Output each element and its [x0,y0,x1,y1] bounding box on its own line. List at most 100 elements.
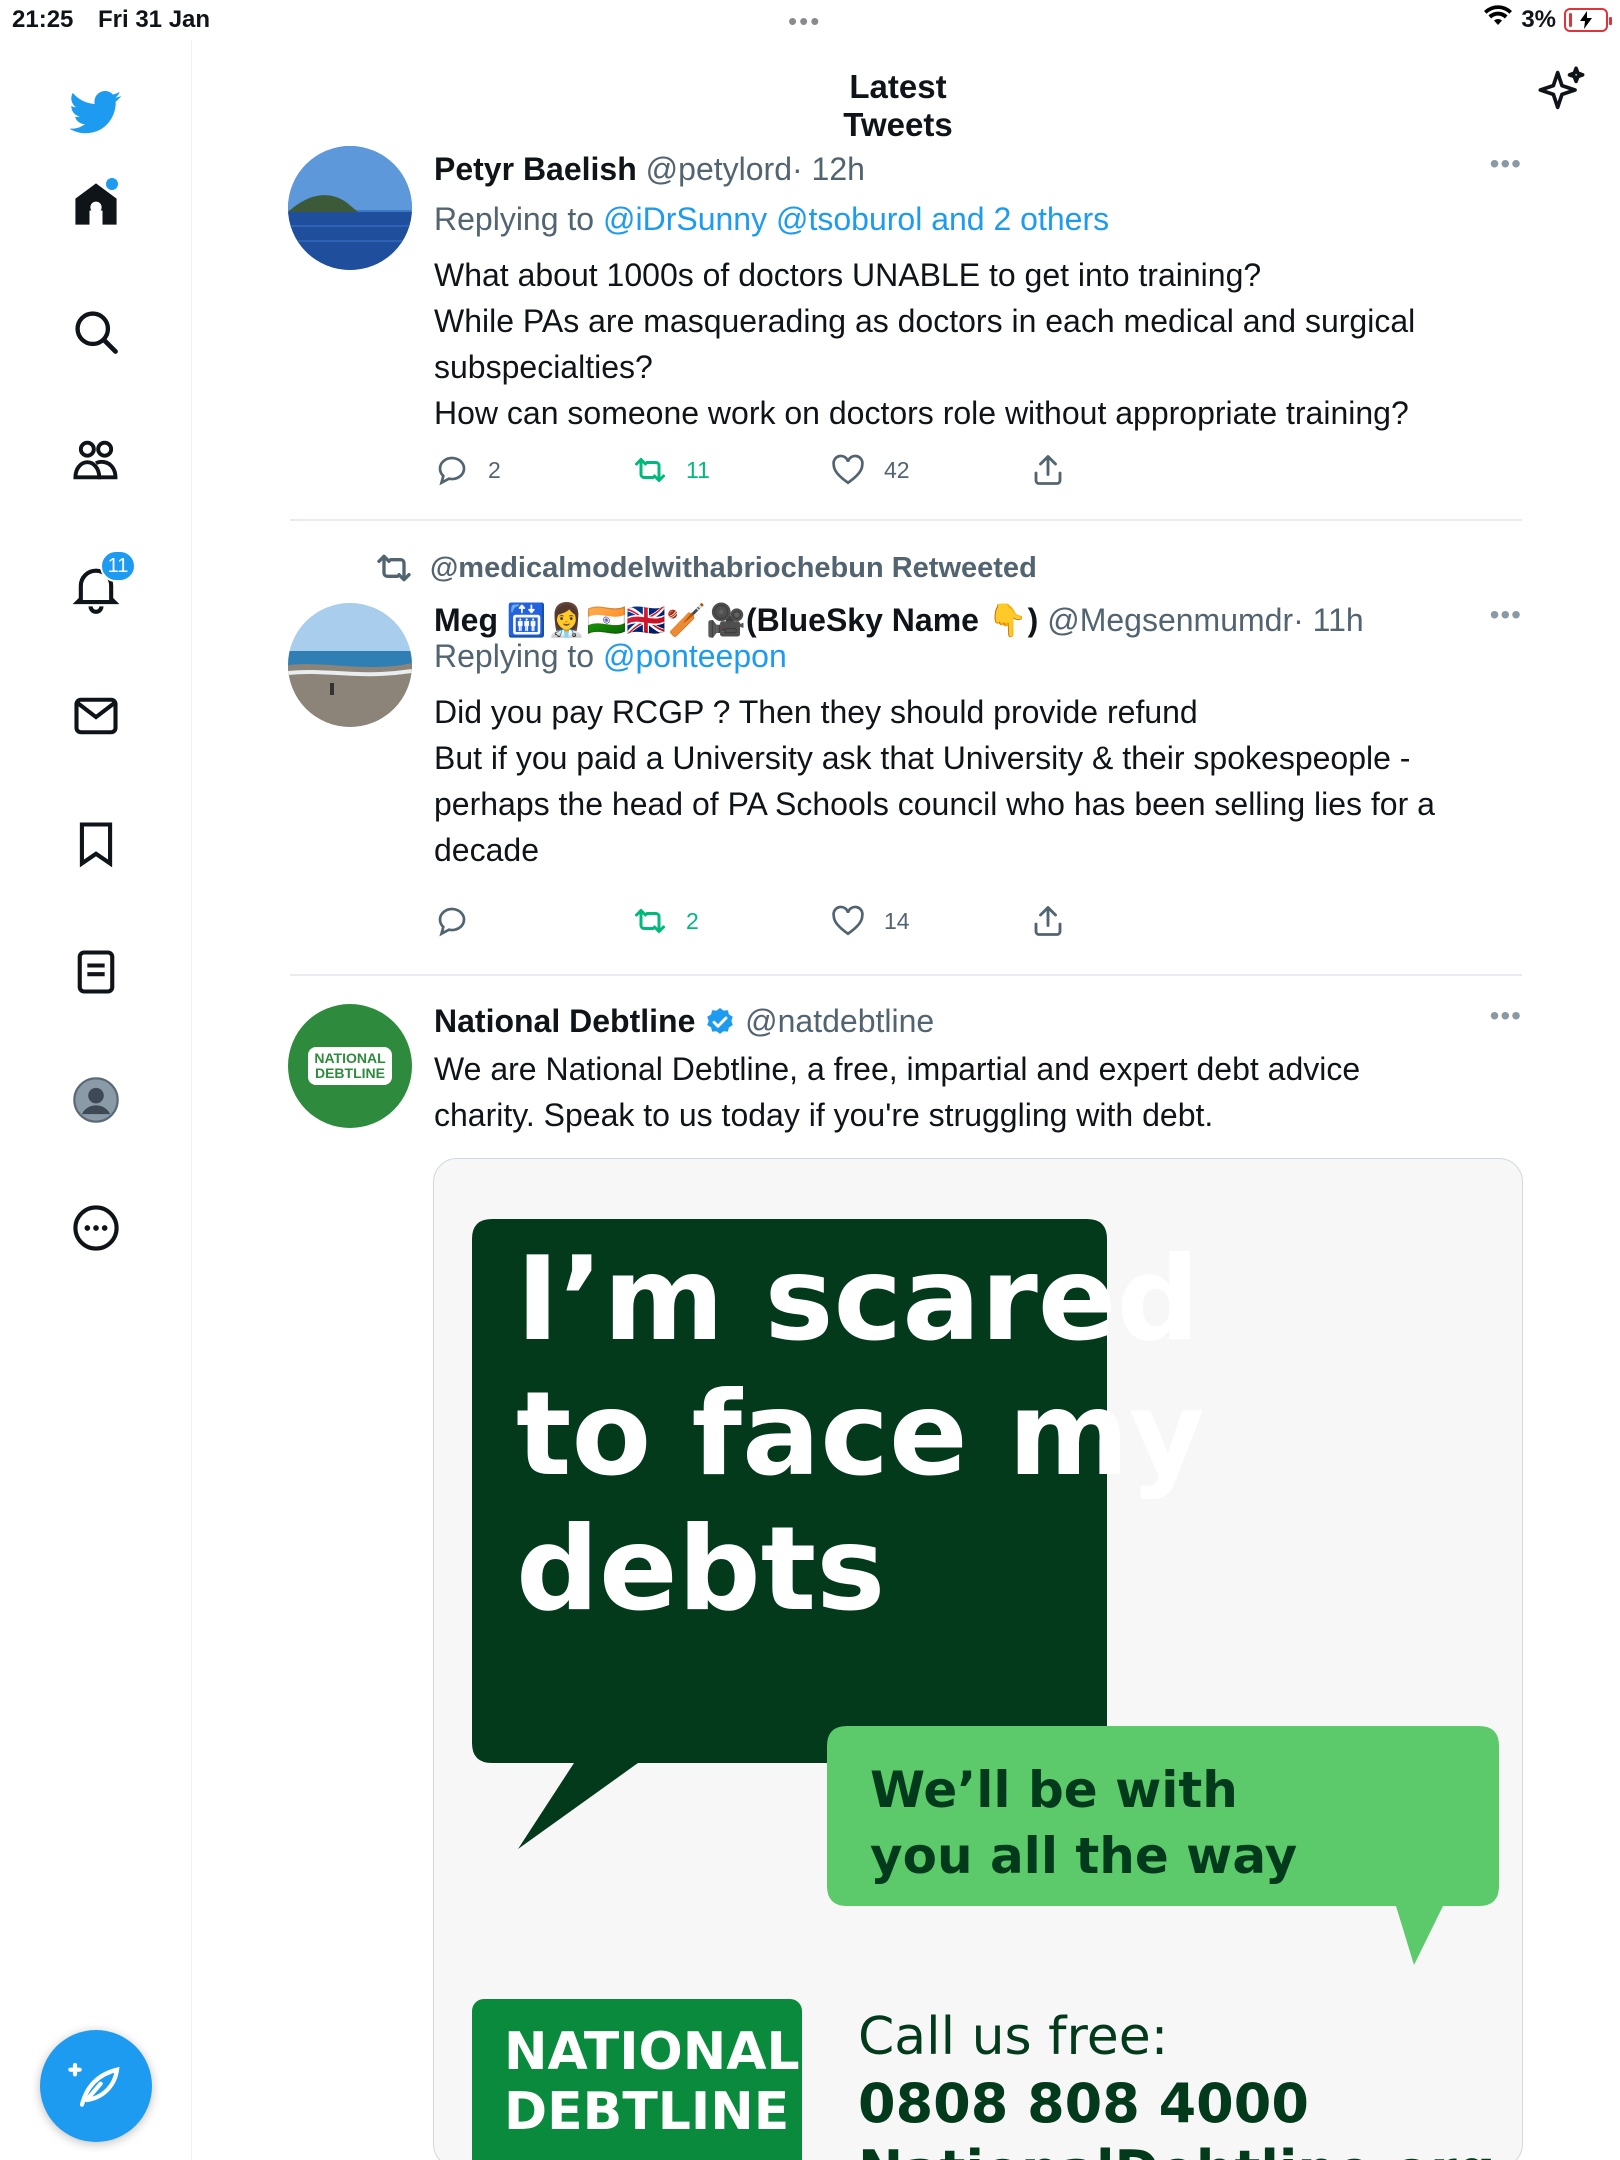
sidebar-item-profile[interactable] [56,1060,136,1140]
ad-website: NationalDebtline.org [858,2139,1495,2160]
reply-button[interactable]: 2 [434,452,501,488]
tweet-actions: 2 11 42 [434,452,1134,492]
like-count: 14 [884,907,910,934]
multitasking-dots[interactable]: ••• [788,6,821,37]
home-unread-dot [106,178,118,190]
avatar[interactable]: NATIONAL DEBTLINE [288,1004,412,1128]
profile-avatar-icon [73,1077,119,1123]
tweet-more-button[interactable]: ••• [1490,599,1522,631]
tweet-time[interactable]: · 11h [1293,602,1364,638]
ad-bubble-line: debts [516,1502,885,1637]
retweet-button[interactable]: 11 [632,452,710,488]
wifi-icon [1483,4,1513,35]
list-icon [77,950,115,994]
sidebar-item-communities[interactable] [56,420,136,500]
notifications-badge: 11 [100,550,136,582]
replying-to-label: Replying to [434,201,603,237]
compose-button[interactable] [40,2030,152,2142]
national-debtline-logo: NATIONAL DEBTLINE [308,1047,392,1085]
tweet-text: Did you pay RCGP ? Then they should prov… [434,689,1504,873]
sidebar-item-notifications[interactable]: 11 [56,548,136,628]
tweet-text-line: charity. Speak to us today if you're str… [434,1097,1214,1133]
tweet-header: National Debtline @natdebtline [434,998,1504,1044]
page-title: Latest Tweets [843,68,953,143]
tweet-text-line: While PAs are masquerading as doctors in… [434,303,1416,339]
tweet-time[interactable]: · 12h [792,151,865,187]
ad-bubble-line: to face my [516,1367,1205,1502]
tweet-more-button[interactable]: ••• [1490,148,1522,180]
retweet-count: 2 [686,907,699,934]
tweet-text-line: What about 1000s of doctors UNABLE to ge… [434,257,1262,293]
sidebar-item-explore[interactable] [56,292,136,372]
retweet-button[interactable]: 2 [632,903,699,939]
reply-icon [438,456,466,486]
timeline-header: Latest Tweets [192,40,1620,143]
heart-icon [832,905,864,936]
tweet-text-line: subspecialties? [434,349,653,385]
ad-image[interactable]: I’m scared to face my debts We’ll be wit… [433,1158,1523,2160]
reply-target-link[interactable]: @iDrSunny @tsoburol and 2 others [603,201,1109,237]
share-icon [1034,906,1062,936]
retweeted-by-row: @medicalmodelwithabriochebun Retweeted [374,548,1037,588]
compose-feather-icon [68,2062,120,2107]
tweet-header: Petyr Baelish @petylord· 12h [434,146,1504,192]
debt-advice-ad-graphic: I’m scared to face my debts We’ll be wit… [472,1219,1499,2160]
twitter-bird-icon[interactable] [56,72,136,152]
tweet-text-line: We are National Debtline, a free, impart… [434,1051,1361,1087]
communities-icon [73,440,118,480]
more-circle-icon [73,1205,119,1251]
heart-icon [832,454,864,485]
sidebar-item-home[interactable] [56,164,136,244]
share-button[interactable] [1030,452,1066,488]
avatar[interactable] [288,603,412,727]
status-time: 21:25 [12,6,74,33]
tweet-text-line: But if you paid a University ask that Un… [434,740,1411,776]
tweet-divider [290,519,1522,521]
retweet-icon [377,554,411,582]
ad-reply-line: you all the way [870,1827,1297,1885]
ad-call-label: Call us free: [858,2007,1168,2067]
share-icon [1034,455,1062,485]
logo-line: DEBTLINE [314,1065,385,1081]
sparkle-icon[interactable] [1536,64,1588,116]
reply-target-link[interactable]: @ponteepon [603,638,787,674]
ad-logo-line: NATIONAL [504,2022,800,2082]
status-right: 3% [1483,4,1612,35]
sidebar-item-bookmarks[interactable] [56,804,136,884]
tweet-divider [290,974,1522,976]
like-button[interactable]: 14 [830,903,910,939]
tweet[interactable]: Petyr Baelish @petylord· 12h Replying to… [288,146,1522,508]
sidebar-item-more[interactable] [56,1188,136,1268]
reply-icon [438,907,466,937]
retweet-icon [635,909,665,933]
tweet-text: What about 1000s of doctors UNABLE to ge… [434,252,1504,436]
tweet-author-name[interactable]: Petyr Baelish [434,151,637,187]
avatar[interactable] [288,146,412,270]
battery-percent: 3% [1521,5,1556,33]
tweet[interactable]: Meg 🛗👩‍⚕️🇮🇳🇬🇧🏏🎥(BlueSky Name 👇) @Megsenm… [288,597,1522,937]
ad-phone-number: 0808 808 4000 [858,2072,1309,2135]
retweet-count: 11 [686,456,710,483]
battery-charging-icon [1564,7,1612,32]
retweeted-by-label[interactable]: @medicalmodelwithabriochebun Retweeted [430,552,1037,585]
reply-button[interactable] [434,903,488,939]
tweet-text-line: decade [434,832,539,868]
tweet-more-button[interactable]: ••• [1490,1000,1522,1032]
status-date: Fri 31 Jan [98,6,211,33]
sidebar: 11 [0,40,192,2160]
reply-count: 2 [488,456,501,483]
reply-context: Replying to @iDrSunny @tsoburol and 2 ot… [434,196,1504,242]
mail-icon [74,697,118,735]
sidebar-item-messages[interactable] [56,676,136,756]
tweet-author-handle[interactable]: @petylord [646,151,792,187]
like-button[interactable]: 42 [830,452,910,488]
tweet-author-handle[interactable]: @natdebtline [745,1003,934,1039]
tweet-author-handle[interactable]: @Megsenmumdr [1047,602,1293,638]
tweet-actions: 2 14 [434,903,1134,943]
tweet-text: We are National Debtline, a free, impart… [434,1046,1504,1138]
retweet-icon [635,458,665,482]
sidebar-item-lists[interactable] [56,932,136,1012]
share-button[interactable] [1030,903,1066,939]
ad-bubble-line: I’m scared [516,1232,1199,1367]
tweet-author-name[interactable]: National Debtline [434,1003,695,1039]
